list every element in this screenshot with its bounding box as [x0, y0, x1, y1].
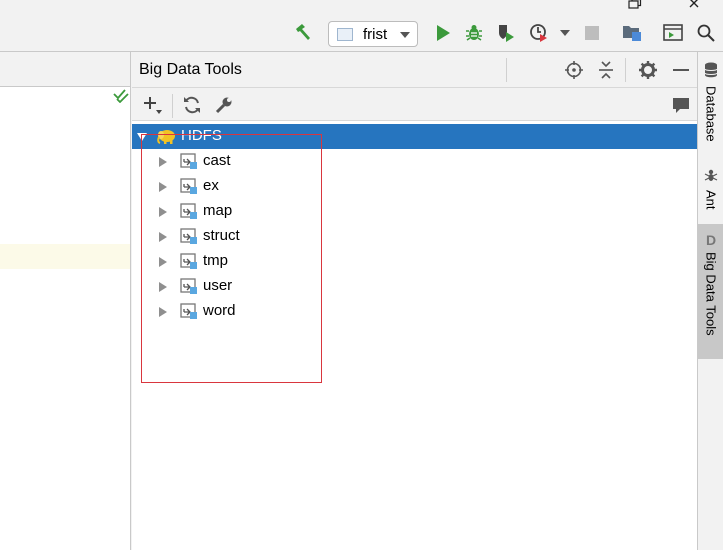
chevron-down-icon — [400, 32, 410, 38]
tab-database[interactable]: Database — [698, 62, 723, 142]
tree-item-map[interactable]: map — [132, 199, 697, 224]
add-connection-icon[interactable] — [141, 94, 163, 116]
editor-tab-bar — [0, 52, 130, 87]
comment-bubble-icon[interactable] — [670, 94, 692, 116]
settings-gear-icon[interactable] — [637, 59, 659, 81]
tree-item-struct[interactable]: struct — [132, 224, 697, 249]
run-with-coverage-icon[interactable] — [495, 22, 517, 44]
expand-arrow-icon[interactable] — [159, 207, 167, 217]
title-strip — [0, 0, 723, 14]
tab-big-data-tools[interactable]: D Big Data Tools — [698, 224, 723, 359]
tab-ant[interactable]: Ant — [698, 168, 723, 210]
project-structure-icon[interactable] — [621, 22, 643, 44]
hdfs-folder-icon — [180, 153, 198, 170]
more-run-chevron-icon[interactable] — [554, 22, 576, 44]
tree-item-label: ex — [203, 177, 219, 194]
tool-window-header: Big Data Tools — [132, 52, 697, 88]
editor-pane[interactable] — [0, 52, 131, 550]
search-icon[interactable] — [695, 22, 717, 44]
right-tool-strip: Database Ant D Big Data Tools — [697, 52, 723, 550]
tool-window-subtoolbar — [132, 88, 697, 121]
expand-arrow-icon[interactable] — [159, 157, 167, 167]
build-hammer-icon[interactable] — [292, 22, 314, 44]
expand-arrow-icon[interactable] — [137, 133, 147, 141]
minimize-icon[interactable] — [670, 59, 692, 81]
tree-root-label: HDFS — [181, 127, 222, 144]
ant-icon — [704, 168, 718, 186]
tree-item-user[interactable]: user — [132, 274, 697, 299]
tab-label: Ant — [703, 190, 719, 210]
restore-window-icon[interactable] — [628, 0, 642, 11]
refresh-icon[interactable] — [181, 94, 203, 116]
main-toolbar: frist — [0, 14, 723, 52]
tool-window-title: Big Data Tools — [139, 61, 242, 78]
expand-arrow-icon[interactable] — [159, 257, 167, 267]
header-divider — [506, 58, 507, 82]
run-config-icon — [337, 28, 353, 41]
hdfs-folder-icon — [180, 303, 198, 320]
close-window-icon[interactable] — [688, 0, 702, 11]
tab-label: Database — [703, 86, 719, 142]
current-line-highlight — [0, 244, 130, 269]
expand-arrow-icon[interactable] — [159, 232, 167, 242]
expand-arrow-icon[interactable] — [159, 282, 167, 292]
big-data-tools-icon: D — [705, 232, 717, 248]
database-icon — [704, 62, 718, 82]
wrench-settings-icon[interactable] — [213, 94, 235, 116]
ide-window: frist Big Data Tools HDFS cast ex map st… — [0, 0, 723, 550]
expand-arrow-icon[interactable] — [159, 182, 167, 192]
big-data-tools-window: Big Data Tools HDFS cast ex map struct t… — [132, 52, 697, 550]
tree-item-word[interactable]: word — [132, 299, 697, 324]
tree-item-label: struct — [203, 227, 240, 244]
tree-item-ex[interactable]: ex — [132, 174, 697, 199]
tree-item-label: word — [203, 302, 236, 319]
terminal-window-icon[interactable] — [662, 22, 684, 44]
profiler-icon[interactable] — [528, 22, 550, 44]
hdfs-folder-icon — [180, 228, 198, 245]
locate-crosshair-icon[interactable] — [563, 59, 585, 81]
tree-item-label: map — [203, 202, 233, 219]
run-configuration-select[interactable]: frist — [328, 21, 418, 47]
hdfs-folder-icon — [180, 278, 198, 295]
tree-item-label: tmp — [203, 252, 229, 269]
run-icon[interactable] — [432, 22, 454, 44]
debug-bug-icon[interactable] — [463, 22, 485, 44]
hdfs-folder-icon — [180, 178, 198, 195]
hadoop-elephant-icon — [156, 127, 176, 149]
tree-item-cast[interactable]: cast — [132, 149, 697, 174]
tree-root-hdfs[interactable]: HDFS — [132, 124, 697, 149]
collapse-all-icon[interactable] — [595, 59, 617, 81]
inspection-ok-icon[interactable] — [113, 89, 129, 107]
tree-item-tmp[interactable]: tmp — [132, 249, 697, 274]
hdfs-folder-icon — [180, 253, 198, 270]
stop-icon[interactable] — [581, 22, 603, 44]
tab-label: Big Data Tools — [703, 252, 719, 336]
subtoolbar-divider — [172, 94, 173, 118]
header-divider-2 — [625, 58, 626, 82]
expand-arrow-icon[interactable] — [159, 307, 167, 317]
tree-item-label: user — [203, 277, 233, 294]
run-config-label: frist — [363, 26, 388, 43]
hdfs-folder-icon — [180, 203, 198, 220]
tree-item-label: cast — [203, 152, 231, 169]
